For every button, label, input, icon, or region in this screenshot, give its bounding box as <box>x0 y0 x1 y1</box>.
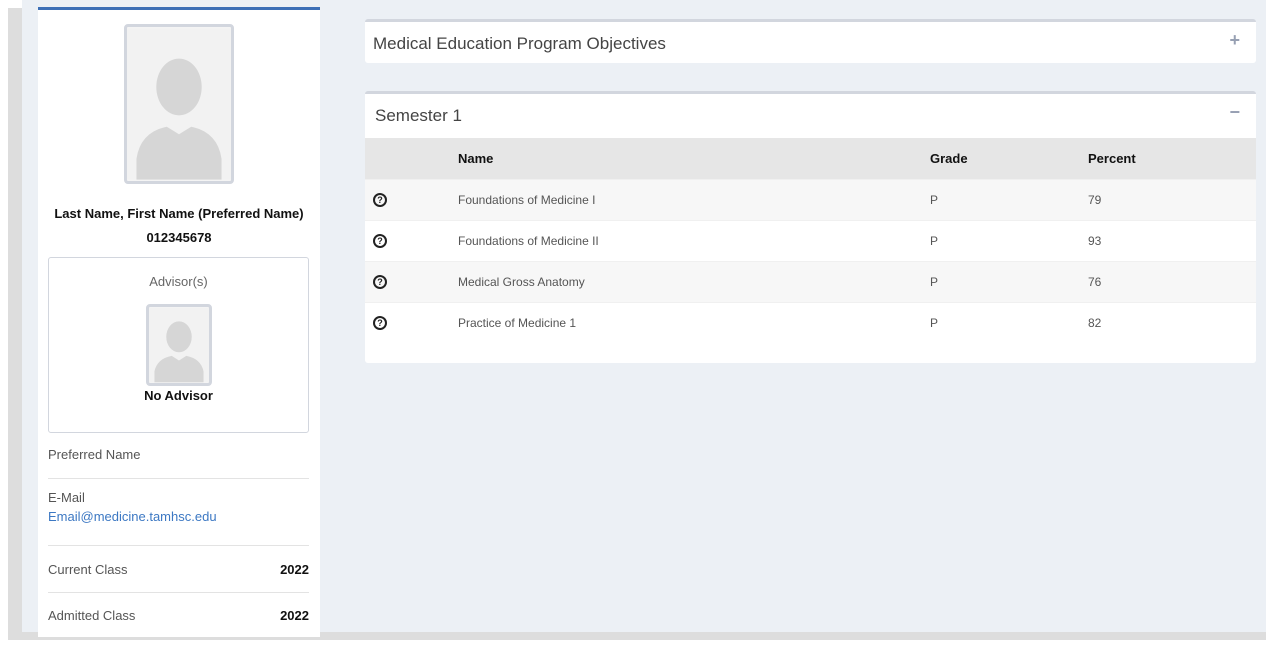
objectives-title: Medical Education Program Objectives <box>373 34 666 53</box>
table-header-row: Name Grade Percent <box>365 138 1256 179</box>
admitted-class-value: 2022 <box>280 608 309 623</box>
collapse-icon[interactable]: − <box>1229 102 1240 123</box>
course-grade: P <box>930 233 939 248</box>
course-name: Practice of Medicine 1 <box>458 315 577 330</box>
person-placeholder-icon <box>149 307 209 383</box>
student-profile-card: Last Name, First Name (Preferred Name) 0… <box>38 7 320 637</box>
table-row: ? Foundations of Medicine II P 93 <box>365 220 1256 261</box>
divider <box>48 592 309 593</box>
grades-table: Name Grade Percent ? Foundations of Medi… <box>365 138 1256 343</box>
course-percent: 76 <box>1088 274 1102 289</box>
course-name: Foundations of Medicine II <box>458 233 599 248</box>
expand-icon[interactable]: + <box>1229 30 1240 51</box>
help-icon[interactable]: ? <box>373 275 387 289</box>
course-name: Medical Gross Anatomy <box>458 274 585 289</box>
help-icon[interactable]: ? <box>373 234 387 248</box>
admitted-class-row: Admitted Class 2022 <box>48 608 309 623</box>
semester-box: Semester 1 − Name Grade Percent ? Founda… <box>365 91 1256 363</box>
course-grade: P <box>930 315 939 330</box>
preferred-name-row: Preferred Name <box>48 447 309 462</box>
course-percent: 93 <box>1088 233 1102 248</box>
course-name: Foundations of Medicine I <box>458 192 596 207</box>
table-row: ? Foundations of Medicine I P 79 <box>365 179 1256 220</box>
email-link[interactable]: Email@medicine.tamhsc.edu <box>48 509 309 524</box>
objectives-box: Medical Education Program Objectives + <box>365 19 1256 63</box>
advisor-photo <box>146 304 212 386</box>
current-class-row: Current Class 2022 <box>48 562 309 577</box>
course-grade: P <box>930 192 939 207</box>
table-row: ? Practice of Medicine 1 P 82 <box>365 302 1256 343</box>
email-label: E-Mail <box>48 490 85 505</box>
student-name: Last Name, First Name (Preferred Name) <box>54 206 304 221</box>
header-percent: Percent <box>1088 150 1136 166</box>
semester-title: Semester 1 <box>375 106 462 125</box>
divider <box>48 545 309 546</box>
email-row: E-Mail Email@medicine.tamhsc.edu <box>48 490 309 524</box>
course-percent: 82 <box>1088 315 1102 330</box>
divider <box>48 478 309 479</box>
advisor-name: No Advisor <box>144 388 213 403</box>
course-percent: 79 <box>1088 192 1102 207</box>
help-icon[interactable]: ? <box>373 193 387 207</box>
header-name: Name <box>458 150 494 166</box>
current-class-label: Current Class <box>48 562 128 577</box>
person-placeholder-icon <box>127 28 231 180</box>
header-grade: Grade <box>930 150 968 166</box>
help-icon[interactable]: ? <box>373 316 387 331</box>
current-class-value: 2022 <box>280 562 309 577</box>
student-photo <box>124 24 234 184</box>
student-id: 012345678 <box>146 230 212 245</box>
course-grade: P <box>930 274 939 289</box>
table-row: ? Medical Gross Anatomy P 76 <box>365 261 1256 302</box>
preferred-name-label: Preferred Name <box>48 447 141 462</box>
advisor-title: Advisor(s) <box>149 274 208 289</box>
admitted-class-label: Admitted Class <box>48 608 136 623</box>
